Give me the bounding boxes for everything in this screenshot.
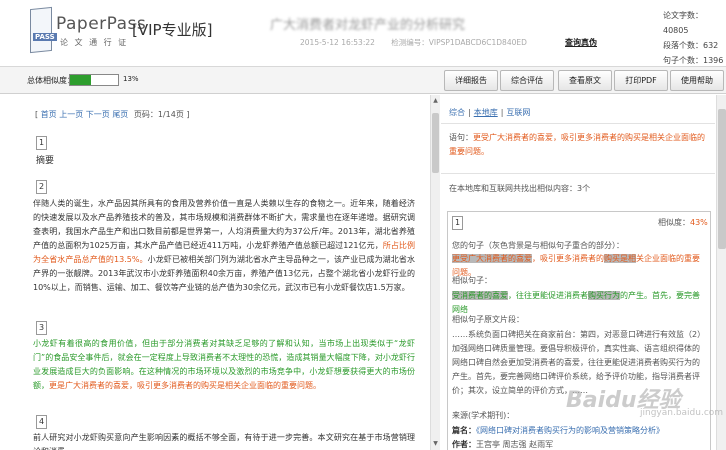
document-stats: 论文字数：40805 段落个数：632 句子个数：1396 [663,8,726,68]
sentence-text: ，吸引更多消费者的 [532,254,604,263]
sentence-text: 更受广大消费者的喜爱，吸引更多消费者的购买是相关企业面临的重要问题。 [449,133,705,156]
page-navigation: [ 首页 上一页 下一页 尾页 页码：1/14页 ] [35,110,190,119]
matched-text[interactable]: 更是广大消费者的喜爱，吸引更多消费者的购买是相关企业面临的重要问题。 [49,381,321,390]
paragraph-3: 小龙虾有着很高的食用价值，但由于部分消费者对其缺乏足够的了解和认知，当市场上出现… [33,337,415,393]
scrollbar-thumb[interactable] [718,109,726,249]
scrollbar-thumb[interactable] [432,113,439,173]
logo-icon [30,6,52,54]
document-title: 广大消费者对龙虾产业的分析研究 [270,18,466,33]
section-number: 4 [36,415,47,429]
section-number: 3 [36,321,47,335]
tab-overall[interactable]: 综合 [449,108,465,117]
source-author: 作者：王宫亭 周志强 赵雨军 [452,438,704,450]
source-label: 来源(学术期刊)： [452,411,515,420]
similarity-progress-fill [70,75,91,85]
word-count: 论文字数：40805 [663,11,703,35]
view-original-button[interactable]: 查看原文 [558,70,612,91]
page-indicator: 页码：1/14页 [133,110,184,119]
title-label: 篇名： [452,426,476,435]
tab-internet[interactable]: 互联网 [506,108,530,117]
app-header: PASS PaperPass 论 文 通 行 证 [VIP专业版] 广大消费者对… [0,0,726,66]
document-pane: [ 首页 上一页 下一页 尾页 页码：1/14页 ] 1 摘要 2 伴随人类的诞… [0,95,428,450]
scroll-down-icon[interactable]: ▼ [432,440,439,448]
sentence-divider [441,173,715,174]
logo-tag: PASS [33,33,57,41]
overlap-text: 受消费者的喜爱 [452,291,508,300]
edition-label: [VIP专业版] [132,21,213,39]
brand-subtitle: 论 文 通 行 证 [60,38,129,47]
your-sentence-label: 您的句子（灰色背景是与相似句子重合的部分）： [452,241,624,250]
author-label: 作者： [452,440,476,449]
check-number: 检测编号：VIPSP1DABCD6C1D840ED [391,38,527,47]
section-number: 1 [36,136,47,150]
nav-last-page[interactable]: 尾页 [112,110,128,119]
report-date: 2015-5-12 16:53:22 [300,38,375,47]
tab-local-db[interactable]: 本地库 [474,108,498,117]
detailed-report-button[interactable]: 详细报告 [444,70,498,91]
paragraph-4: 前人研究对小龙虾购买意向产生影响因素的概括不够全面，有待于进一步完善。本文研究在… [33,433,415,450]
source-tabs: 综合 | 本地库 | 互联网 [449,108,531,117]
similar-sentence-label: 相似句子： [452,276,492,285]
source-title-link[interactable]: 《网络口碑对消费者购买行为的影响及营销策略分析》 [476,426,664,435]
overlap-text: 更受广大消费者的喜爱 [452,254,532,263]
author-name: 王宫亭 周志强 赵雨军 [476,440,554,449]
nav-next-page[interactable]: 下一页 [86,110,110,119]
verify-link[interactable]: 查询真伪 [565,37,597,48]
report-meta: 2015-5-12 16:53:22 检测编号：VIPSP1DABCD6C1D8… [300,37,541,48]
similarity-label: 相似度： [658,218,690,227]
paragraph-2: 伴随人类的诞生，水产品因其所具有的食用及营养价值一直是人类赖以生存的食物之一。近… [33,197,415,295]
found-count: 在本地库和互联网共找出相似内容：3个 [449,184,591,193]
sentence-label: 语句： [449,133,473,142]
context-label: 相似句子原文片段： [452,315,524,324]
current-sentence: 语句：更受广大消费者的喜爱，吸引更多消费者的购买是相关企业面临的重要问题。 [449,131,707,159]
similar-sentence: 受消费者的喜爱，往往更能促进消费者购买行为的产生。首先，要完善网络 [452,289,704,317]
sentence-text: ，往往更能促进消费者 [508,291,588,300]
similarity-label: 总体相似度： [27,76,75,85]
watermark-url: jingyan.baidu.com [640,408,724,418]
overlap-text: 购买是相 [604,254,636,263]
overall-assessment-button[interactable]: 综合评估 [500,70,554,91]
section-title: 摘要 [36,156,55,166]
help-button[interactable]: 使用帮助 [670,70,724,91]
overlap-text: 购买行为 [588,291,620,300]
similarity-percent: 13% [123,75,139,83]
paragraph-text: 伴随人类的诞生，水产品因其所具有的食用及营养价值一直是人类赖以生存的食物之一。近… [33,199,415,250]
results-scrollbar[interactable] [716,95,726,450]
result-number: 1 [452,216,463,230]
toolbar: 总体相似度： 13% 详细报告 综合评估 查看原文 打印PDF 使用帮助 [0,67,726,94]
result-similarity: 相似度：43% [658,217,708,228]
paragraph-count: 段落个数：632 [663,41,719,50]
print-pdf-button[interactable]: 打印PDF [614,70,668,91]
nav-first-page[interactable]: 首页 [41,110,57,119]
source-title: 篇名：《网络口碑对消费者购买行为的影响及营销策略分析》 [452,424,704,438]
document-scrollbar[interactable]: ▲ ▼ [430,95,440,450]
similarity-progress-bar [69,74,119,86]
tabs-divider [441,123,715,124]
section-number: 2 [36,180,47,194]
scroll-up-icon[interactable]: ▲ [432,97,439,105]
nav-prev-page[interactable]: 上一页 [59,110,83,119]
similarity-value: 43% [690,218,708,227]
